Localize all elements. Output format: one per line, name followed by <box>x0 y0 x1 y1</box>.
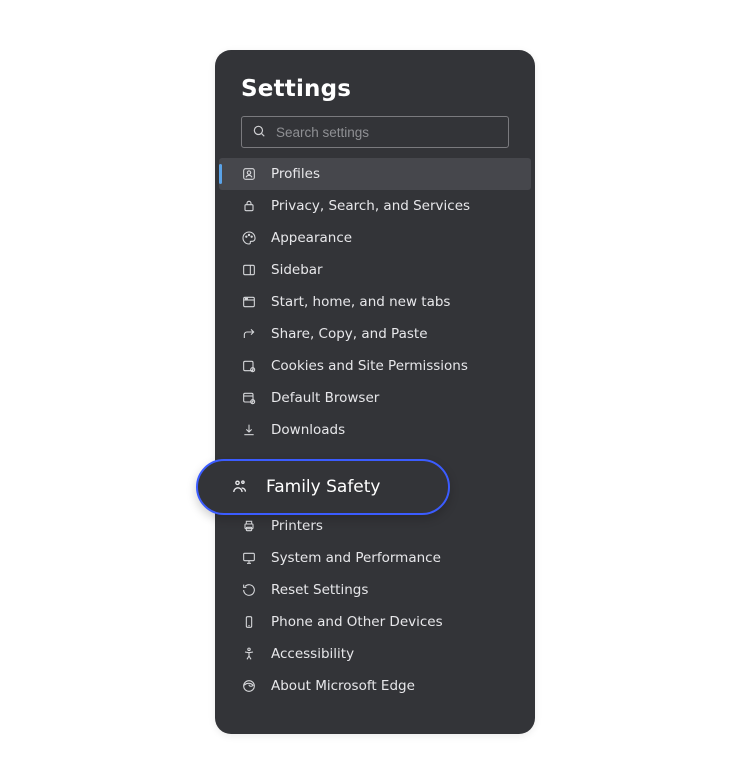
nav-item-cookies[interactable]: Cookies and Site Permissions <box>219 350 531 382</box>
nav-label: Phone and Other Devices <box>271 614 443 630</box>
permissions-icon <box>241 358 257 374</box>
edge-icon <box>241 678 257 694</box>
nav-label: Profiles <box>271 166 320 182</box>
nav-label: Default Browser <box>271 390 379 406</box>
nav-label: Sidebar <box>271 262 323 278</box>
nav-label: Appearance <box>271 230 352 246</box>
settings-panel: Settings Profiles Privacy, Search, and S… <box>215 50 535 734</box>
page-frame: Settings Profiles Privacy, Search, and S… <box>0 0 750 784</box>
nav-item-default-browser[interactable]: Default Browser <box>219 382 531 414</box>
nav-item-share[interactable]: Share, Copy, and Paste <box>219 318 531 350</box>
nav-item-profiles[interactable]: Profiles <box>219 158 531 190</box>
sidebar-icon <box>241 262 257 278</box>
nav-item-privacy[interactable]: Privacy, Search, and Services <box>219 190 531 222</box>
accessibility-icon <box>241 646 257 662</box>
lock-icon <box>241 198 257 214</box>
nav-item-phone[interactable]: Phone and Other Devices <box>219 606 531 638</box>
download-icon <box>241 422 257 438</box>
share-icon <box>241 326 257 342</box>
nav-label: Cookies and Site Permissions <box>271 358 468 374</box>
palette-icon <box>241 230 257 246</box>
phone-icon <box>241 614 257 630</box>
search-box[interactable] <box>241 116 509 148</box>
nav-item-downloads[interactable]: Downloads <box>219 414 531 446</box>
search-icon <box>252 123 266 142</box>
printer-icon <box>241 518 257 534</box>
profile-icon <box>241 166 257 182</box>
window-icon <box>241 294 257 310</box>
family-icon <box>230 477 250 497</box>
nav-item-reset[interactable]: Reset Settings <box>219 574 531 606</box>
nav-label: Accessibility <box>271 646 354 662</box>
nav-label: Downloads <box>271 422 345 438</box>
monitor-icon <box>241 550 257 566</box>
highlighted-item-family-safety[interactable]: Family Safety <box>196 459 450 515</box>
nav-label: Reset Settings <box>271 582 368 598</box>
nav-item-system[interactable]: System and Performance <box>219 542 531 574</box>
nav-label: Share, Copy, and Paste <box>271 326 428 342</box>
reset-icon <box>241 582 257 598</box>
page-title: Settings <box>215 76 535 116</box>
nav-item-sidebar[interactable]: Sidebar <box>219 254 531 286</box>
globe-check-icon <box>241 390 257 406</box>
nav-item-accessibility[interactable]: Accessibility <box>219 638 531 670</box>
nav-label: System and Performance <box>271 550 441 566</box>
nav-label: Privacy, Search, and Services <box>271 198 470 214</box>
search-input[interactable] <box>276 125 498 140</box>
nav-item-appearance[interactable]: Appearance <box>219 222 531 254</box>
settings-nav: Profiles Privacy, Search, and Services A… <box>215 158 535 702</box>
nav-item-about[interactable]: About Microsoft Edge <box>219 670 531 702</box>
nav-item-start-home[interactable]: Start, home, and new tabs <box>219 286 531 318</box>
highlighted-label: Family Safety <box>266 477 380 497</box>
nav-label: Printers <box>271 518 323 534</box>
nav-label: About Microsoft Edge <box>271 678 415 694</box>
nav-label: Start, home, and new tabs <box>271 294 450 310</box>
